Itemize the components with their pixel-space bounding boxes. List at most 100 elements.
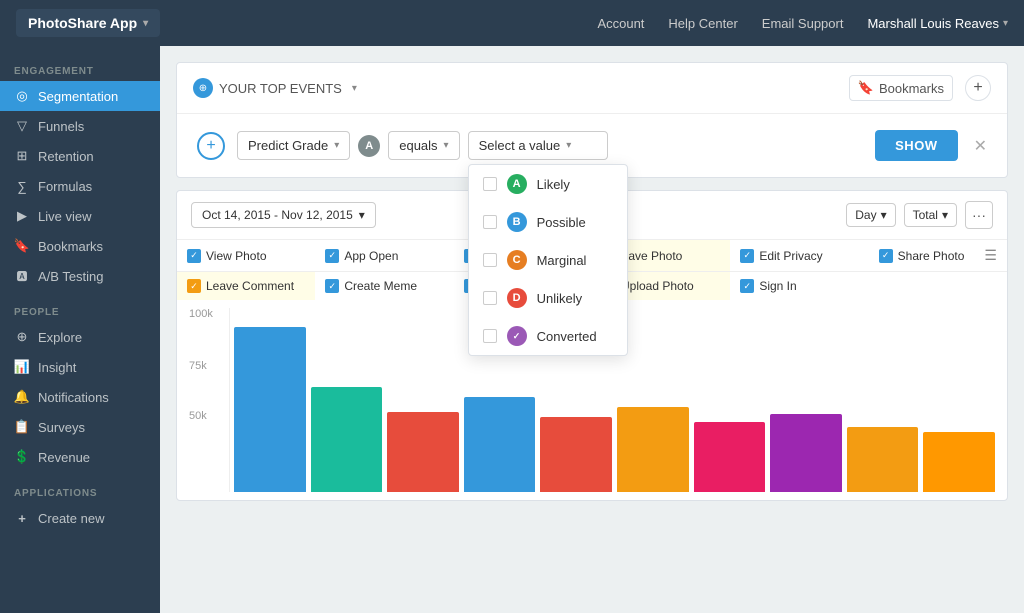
date-range-button[interactable]: Oct 14, 2015 - Nov 12, 2015 ▾: [191, 202, 376, 228]
grade-badge-b: B: [507, 212, 527, 232]
sidebar-item-revenue[interactable]: 💲 Revenue: [0, 442, 160, 472]
event-cell-app-open[interactable]: ✓ App Open: [315, 240, 453, 271]
bookmark-icon: 🔖: [858, 80, 874, 96]
checkbox-create-meme[interactable]: ✓: [325, 279, 339, 293]
segmentation-icon: ◎: [14, 88, 30, 104]
sidebar-item-ab-testing[interactable]: 🅰 A/B Testing: [0, 261, 160, 291]
sidebar-label-bookmarks: Bookmarks: [38, 239, 103, 254]
sidebar-item-notifications[interactable]: 🔔 Notifications: [0, 382, 160, 412]
event-cell-leave-comment[interactable]: ✓ Leave Comment: [177, 272, 315, 300]
brand-chevron-icon: ▾: [143, 18, 148, 29]
bar: [923, 432, 995, 492]
sidebar-label-surveys: Surveys: [38, 420, 85, 435]
top-events-label: YOUR TOP EVENTS: [219, 81, 342, 96]
sidebar-label-revenue: Revenue: [38, 450, 90, 465]
sidebar-item-retention[interactable]: ⊞ Retention: [0, 141, 160, 171]
day-select[interactable]: Day ▾: [846, 203, 895, 227]
dropdown-label-unlikely: Unlikely: [537, 291, 583, 306]
dropdown-label-marginal: Marginal: [537, 253, 587, 268]
sidebar-item-segmentation[interactable]: ◎ Segmentation: [0, 81, 160, 111]
dropdown-item-converted[interactable]: ✓ Converted: [469, 317, 627, 355]
bar: [694, 422, 766, 492]
top-events-actions: 🔖 Bookmarks +: [849, 75, 991, 101]
checkbox-edit-privacy[interactable]: ✓: [740, 249, 754, 263]
predicate-select[interactable]: Predict Grade ▾: [237, 131, 350, 160]
value-select[interactable]: Select a value ▾: [468, 131, 608, 160]
chart-more-button[interactable]: ···: [965, 201, 993, 229]
sidebar-item-insight[interactable]: 📊 Insight: [0, 352, 160, 382]
dropdown-checkbox-converted[interactable]: [483, 329, 497, 343]
total-label: Total: [913, 208, 938, 222]
surveys-icon: 📋: [14, 419, 30, 435]
dropdown-label-converted: Converted: [537, 329, 597, 344]
bar: [387, 412, 459, 492]
close-filter-icon[interactable]: ✕: [974, 136, 987, 156]
bar: [617, 407, 689, 492]
sidebar-label-insight: Insight: [38, 360, 76, 375]
dropdown-checkbox-unlikely[interactable]: [483, 291, 497, 305]
event-label-share-photo: Share Photo: [898, 249, 965, 263]
user-menu[interactable]: Marshall Louis Reaves ▾: [867, 16, 1008, 31]
sidebar-item-funnels[interactable]: ▽ Funnels: [0, 111, 160, 141]
account-link[interactable]: Account: [597, 16, 644, 31]
value-dropdown-menu: A Likely B Possible C Marginal: [468, 164, 628, 356]
email-support-link[interactable]: Email Support: [762, 16, 844, 31]
event-cell-create-meme[interactable]: ✓ Create Meme: [315, 272, 453, 300]
top-events-chevron-icon[interactable]: ▾: [352, 83, 357, 94]
dropdown-item-marginal[interactable]: C Marginal: [469, 241, 627, 279]
dropdown-checkbox-likely[interactable]: [483, 177, 497, 191]
sidebar-item-surveys[interactable]: 📋 Surveys: [0, 412, 160, 442]
event-cell-share-photo[interactable]: ✓ Share Photo ☰: [869, 240, 1007, 271]
formulas-icon: ∑: [14, 178, 30, 194]
total-select[interactable]: Total ▾: [904, 203, 957, 227]
user-chevron-icon: ▾: [1003, 18, 1008, 29]
brand-button[interactable]: PhotoShare App ▾: [16, 9, 160, 37]
top-events-panel: ⊕ YOUR TOP EVENTS ▾ 🔖 Bookmarks + + P: [176, 62, 1008, 178]
create-new-icon: +: [14, 510, 30, 526]
event-label-create-meme: Create Meme: [344, 279, 417, 293]
event-cell-sign-in[interactable]: ✓ Sign In: [730, 272, 868, 300]
event-cell-edit-privacy[interactable]: ✓ Edit Privacy: [730, 240, 868, 271]
grade-badge-converted: ✓: [507, 326, 527, 346]
dropdown-item-likely[interactable]: A Likely: [469, 165, 627, 203]
sidebar-section-applications: APPLICATIONS: [0, 480, 160, 503]
brand-label: PhotoShare App: [28, 15, 137, 31]
bookmarks-button[interactable]: 🔖 Bookmarks: [849, 75, 953, 101]
bar: [770, 414, 842, 492]
sidebar-label-create-new: Create new: [38, 511, 104, 526]
checkbox-app-open[interactable]: ✓: [325, 249, 339, 263]
sidebar-item-bookmarks[interactable]: 🔖 Bookmarks: [0, 231, 160, 261]
sidebar-item-explore[interactable]: ⊕ Explore: [0, 322, 160, 352]
event-label-upload-photo: Upload Photo: [621, 279, 694, 293]
sidebar-item-formulas[interactable]: ∑ Formulas: [0, 171, 160, 201]
dropdown-checkbox-marginal[interactable]: [483, 253, 497, 267]
main-layout: ENGAGEMENT ◎ Segmentation ▽ Funnels ⊞ Re…: [0, 46, 1024, 613]
add-button[interactable]: +: [965, 75, 991, 101]
help-center-link[interactable]: Help Center: [668, 16, 737, 31]
grade-badge-a: A: [507, 174, 527, 194]
sidebar-item-live-view[interactable]: ▶ Live view: [0, 201, 160, 231]
operator-chevron-icon: ▾: [444, 140, 449, 151]
live-view-icon: ▶: [14, 208, 30, 224]
operator-select[interactable]: equals ▾: [388, 131, 459, 160]
value-placeholder: Select a value: [479, 138, 561, 153]
dropdown-item-possible[interactable]: B Possible: [469, 203, 627, 241]
sidebar-label-formulas: Formulas: [38, 179, 92, 194]
sidebar-item-create-new[interactable]: + Create new: [0, 503, 160, 533]
bookmarks-icon: 🔖: [14, 238, 30, 254]
checkbox-leave-comment[interactable]: ✓: [187, 279, 201, 293]
filter-lines-icon[interactable]: ☰: [984, 247, 997, 264]
checkbox-share-photo[interactable]: ✓: [879, 249, 893, 263]
checkbox-view-photo[interactable]: ✓: [187, 249, 201, 263]
filter-add-circle-button[interactable]: +: [197, 132, 225, 160]
sidebar-label-retention: Retention: [38, 149, 94, 164]
show-button[interactable]: SHOW: [875, 130, 957, 161]
ab-testing-icon: 🅰: [14, 268, 30, 284]
day-label: Day: [855, 208, 876, 222]
dropdown-checkbox-possible[interactable]: [483, 215, 497, 229]
operator-label: equals: [399, 138, 437, 153]
dropdown-item-unlikely[interactable]: D Unlikely: [469, 279, 627, 317]
checkbox-sign-in[interactable]: ✓: [740, 279, 754, 293]
event-label-app-open: App Open: [344, 249, 398, 263]
event-cell-view-photo[interactable]: ✓ View Photo: [177, 240, 315, 271]
